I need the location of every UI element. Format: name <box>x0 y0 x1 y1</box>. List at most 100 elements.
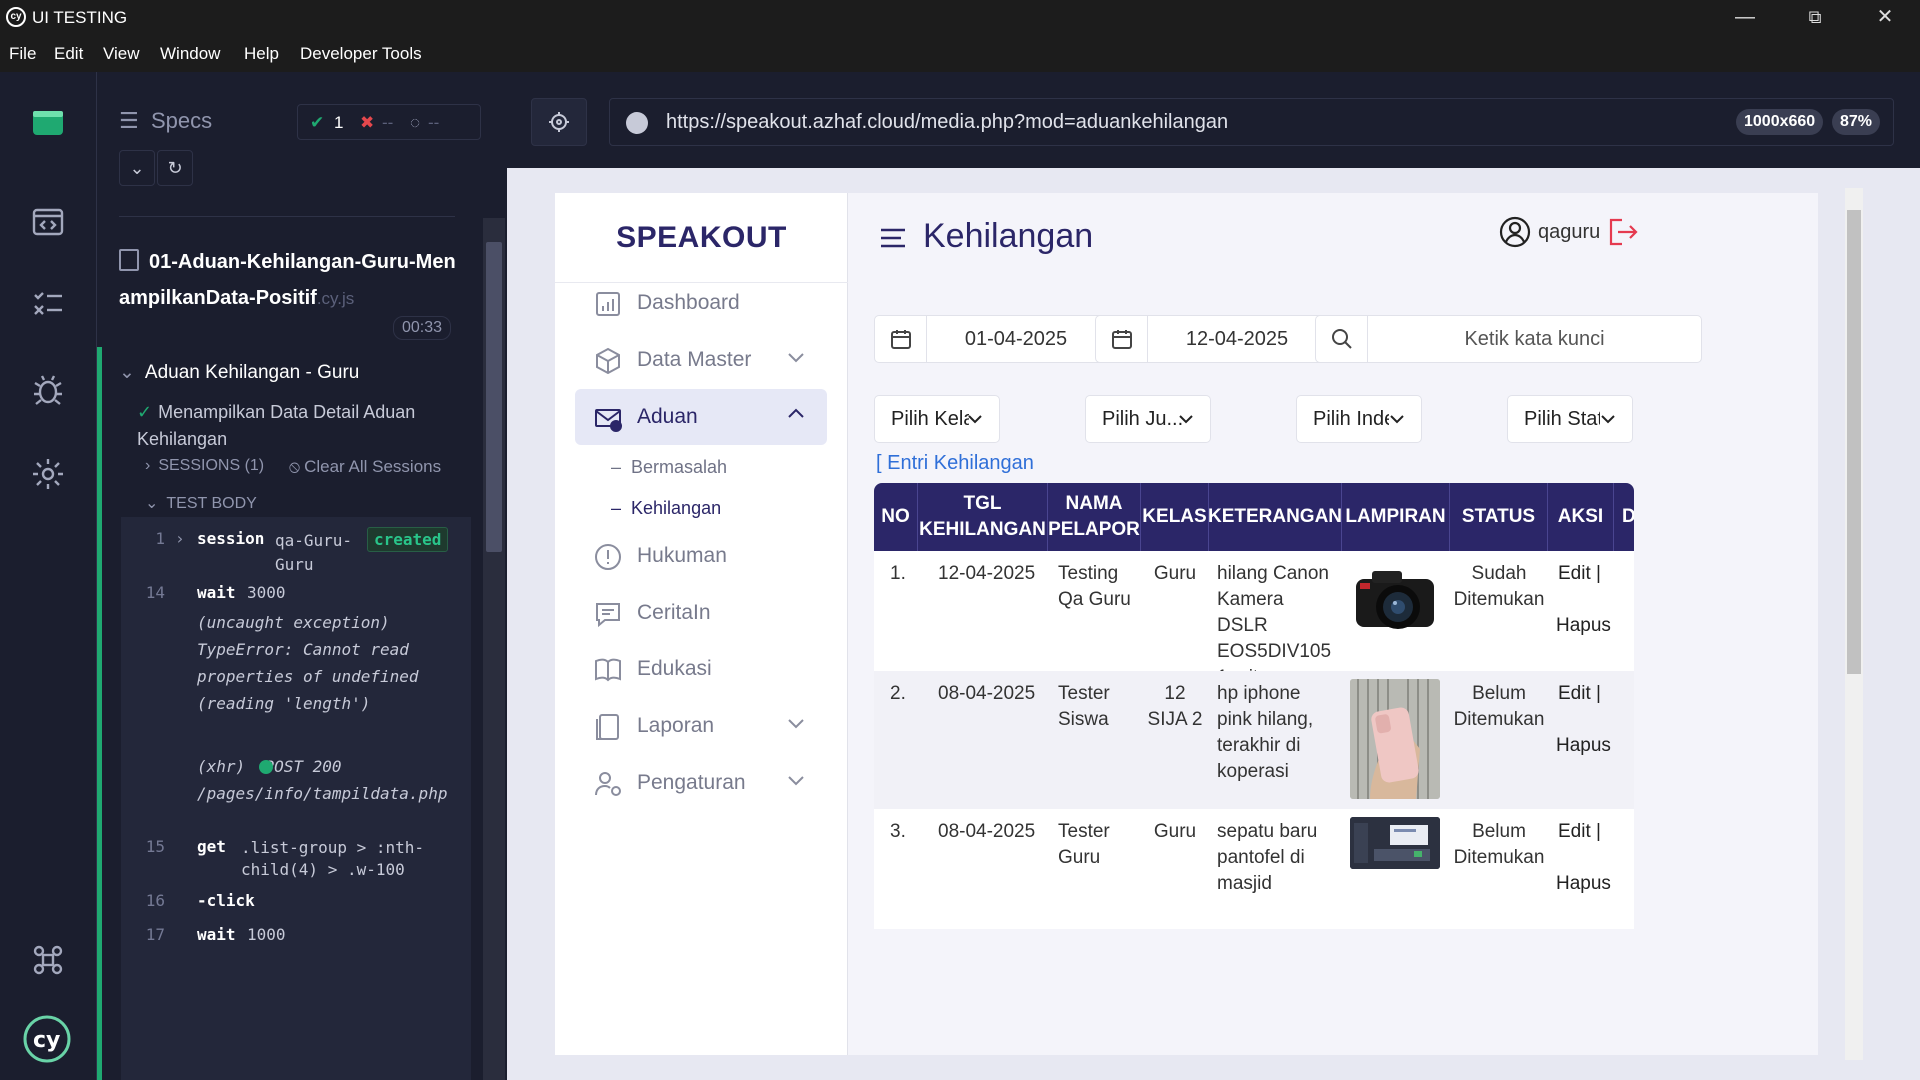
specs-icon[interactable] <box>30 204 66 240</box>
scrollbar-thumb[interactable] <box>486 242 502 552</box>
nav-pengaturan[interactable]: Pengaturan <box>575 755 827 811</box>
menu-window[interactable]: Window <box>160 44 220 64</box>
scrollbar-thumb[interactable] <box>1847 210 1861 674</box>
passed-count: 1 <box>334 113 344 132</box>
menu-file[interactable]: File <box>9 44 36 64</box>
nav-laporan[interactable]: Laporan <box>575 698 827 754</box>
report-icon <box>593 712 623 742</box>
collapse-chevron-button[interactable]: ⌄ <box>119 150 155 186</box>
cypress-brand-icon[interactable]: cy <box>22 1014 72 1064</box>
search-icon <box>1316 316 1368 362</box>
nav-data-master[interactable]: Data Master <box>575 332 827 388</box>
search-input[interactable]: Ketik kata kunci <box>1315 315 1702 363</box>
menu-view[interactable]: View <box>103 44 140 64</box>
sessions-label: SESSIONS (1) <box>158 457 265 474</box>
cell-no: 1. <box>890 563 906 584</box>
rerun-button[interactable]: ↻ <box>157 150 193 186</box>
cypress-sidebar: cy <box>0 72 97 1080</box>
xhr-log[interactable]: (xhr) POST 200 /pages/info/tampildata.ph… <box>197 753 467 807</box>
test-title[interactable]: ✓ Menampilkan Data Detail Aduan Kehilanga… <box>137 399 437 453</box>
close-button[interactable]: ✕ <box>1850 0 1920 34</box>
camera-photo[interactable] <box>1350 561 1440 645</box>
edit-link[interactable]: Edit | <box>1558 561 1601 587</box>
cell-nama: Testing Qa Guru <box>1058 563 1131 610</box>
specs-toggle[interactable]: ☰ Specs <box>119 108 212 134</box>
nav-label: Hukuman <box>637 544 727 567</box>
edit-link[interactable]: Edit | <box>1558 681 1601 707</box>
column-header: TGL KEHILANGAN <box>918 483 1048 551</box>
logout-icon[interactable] <box>1606 215 1640 249</box>
menu-developer-tools[interactable]: Developer Tools <box>300 44 422 64</box>
user-avatar-icon[interactable] <box>1498 215 1532 249</box>
nav-ceritain[interactable]: CeritaIn <box>575 585 827 641</box>
select-value: Pilih Kelas <box>891 408 969 430</box>
filter-status-select[interactable]: Pilih Status <box>1507 395 1633 443</box>
date-to-field[interactable]: 12-04-2025 <box>1095 315 1327 363</box>
viewport-scrollbar[interactable] <box>1845 188 1863 1060</box>
nav-edukasi[interactable]: Edukasi <box>575 641 827 697</box>
maximize-button[interactable]: ⧉ <box>1780 0 1850 34</box>
search-placeholder: Ketik kata kunci <box>1464 328 1605 350</box>
minimize-button[interactable]: — <box>1710 0 1780 34</box>
hapus-link[interactable]: Hapus <box>1556 733 1611 759</box>
suite-title[interactable]: ⌄ Aduan Kehilangan - Guru <box>119 361 359 384</box>
hapus-link[interactable]: Hapus <box>1556 871 1611 897</box>
nav-label: Pengaturan <box>637 771 746 794</box>
passed-icon: ✔ <box>310 113 325 132</box>
selector-playground-button[interactable] <box>531 98 587 146</box>
username[interactable]: qaguru <box>1538 221 1600 244</box>
menu-edit[interactable]: Edit <box>54 44 83 64</box>
subnav-bermasalah[interactable]: – Bermasalah <box>611 457 727 478</box>
nav-hukuman[interactable]: Hukuman <box>575 528 827 584</box>
filter-indeks-select[interactable]: Pilih Indeks <box>1296 395 1422 443</box>
nav-label: Data Master <box>637 348 752 371</box>
chevron-down-icon: ⌄ <box>119 362 135 383</box>
filter-jenis-select[interactable]: Pilih Ju... <box>1085 395 1211 443</box>
spec-ext: .cy.js <box>316 289 355 308</box>
chevron-down-icon <box>785 712 807 734</box>
date-to-value: 12-04-2025 <box>1185 328 1289 350</box>
settings-gear-icon[interactable] <box>30 456 66 492</box>
nav-aduan[interactable]: Aduan <box>575 389 827 445</box>
chevron-down-icon <box>785 769 807 791</box>
screenshot-photo[interactable] <box>1350 817 1440 869</box>
cube-icon <box>593 346 623 376</box>
debug-icon[interactable] <box>30 372 66 408</box>
clear-sessions-label: Clear All Sessions <box>304 457 442 476</box>
reporter-scrollbar[interactable] <box>483 218 505 1080</box>
column-header: NAMA PELAPOR <box>1048 483 1141 551</box>
runs-icon[interactable] <box>30 286 66 322</box>
subnav-kehilangan[interactable]: – Kehilangan <box>611 498 721 519</box>
phone-photo[interactable] <box>1350 679 1440 799</box>
brand-logo[interactable]: SPEAKOUT <box>555 193 848 283</box>
command-message: 3000 <box>247 583 286 602</box>
page-title: Kehilangan <box>923 217 1094 255</box>
viewport-size-badge[interactable]: 1000x660 <box>1736 109 1824 135</box>
calendar-icon <box>875 316 927 362</box>
date-from-field[interactable]: 01-04-2025 <box>874 315 1106 363</box>
menu-toggle-icon[interactable] <box>878 223 908 253</box>
url-bar[interactable]: https://speakout.azhaf.cloud/media.php?m… <box>609 98 1894 146</box>
hapus-link[interactable]: Hapus <box>1556 613 1611 639</box>
edit-link[interactable]: Edit | <box>1558 819 1601 845</box>
filter-kelas-select[interactable]: Pilih Kelas <box>874 395 1000 443</box>
command-number: 15 <box>145 837 165 856</box>
spec-name: 01-Aduan-Kehilangan-Guru-MenampilkanData… <box>119 251 456 309</box>
sessions-toggle[interactable]: › SESSIONS (1) <box>145 457 264 475</box>
svg-text:cy: cy <box>33 1028 60 1053</box>
uncaught-exception-log[interactable]: (uncaught exception) TypeError: Cannot r… <box>197 609 467 717</box>
column-header: LAMPIRAN <box>1342 483 1450 551</box>
clear-sessions-button[interactable]: ⦸ Clear All Sessions <box>289 457 441 477</box>
chevron-up-icon <box>785 403 807 425</box>
cell-no: 3. <box>890 821 906 842</box>
user-settings-icon <box>593 769 623 799</box>
nav-dashboard[interactable]: Dashboard <box>575 275 827 331</box>
menu-bar: File Edit View Window Help Developer Too… <box>0 34 1920 72</box>
nav-label: Laporan <box>637 714 715 737</box>
test-body-toggle[interactable]: ⌄ TEST BODY <box>145 493 257 513</box>
project-icon[interactable] <box>30 106 66 142</box>
menu-help[interactable]: Help <box>244 44 279 64</box>
zoom-badge[interactable]: 87% <box>1832 109 1881 135</box>
keyboard-shortcuts-icon[interactable] <box>30 942 66 978</box>
file-icon <box>119 249 139 271</box>
